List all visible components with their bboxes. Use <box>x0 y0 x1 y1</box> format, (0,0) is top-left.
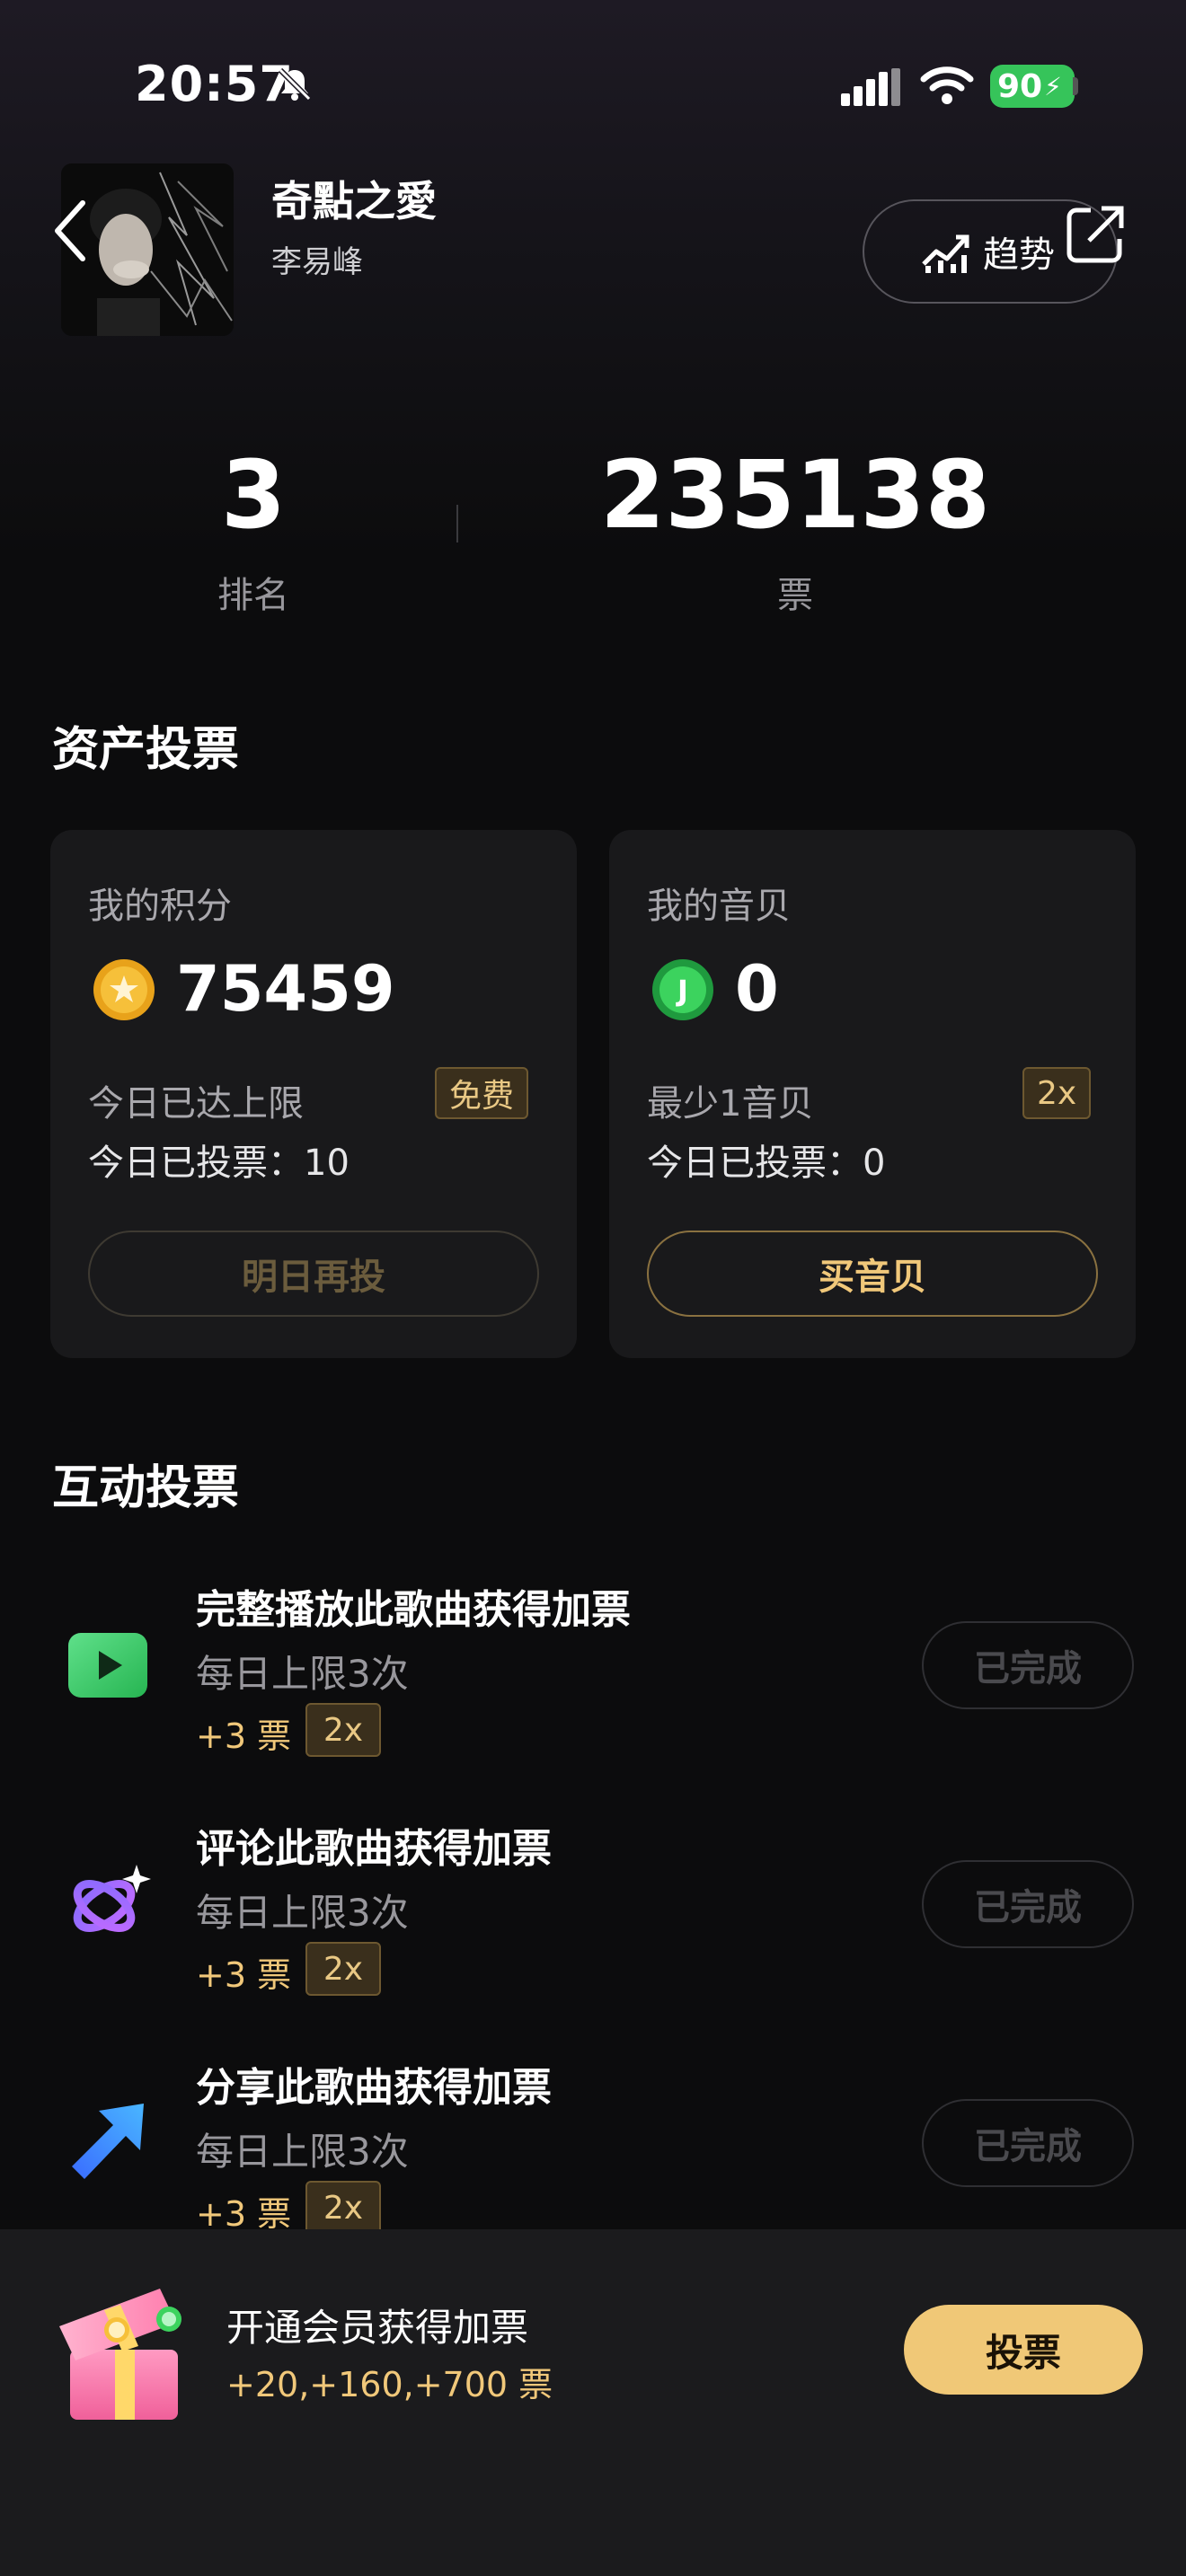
promo-bonus: +20,+160,+700 票 <box>226 2365 553 2404</box>
trend-chart-icon <box>922 234 969 273</box>
task-share-multiplier: 2x <box>305 2181 381 2235</box>
vote-tomorrow-button[interactable]: 明日再投 <box>88 1231 539 1317</box>
share-arrow-icon <box>72 2104 144 2179</box>
asset-vote-title: 资产投票 <box>52 723 240 777</box>
song-title: 奇點之愛 <box>271 177 437 225</box>
rank-label: 排名 <box>217 575 289 616</box>
artist-name[interactable]: 李易峰 <box>271 237 363 281</box>
points-card: 我的积分 75459 今日已达上限 免费 今日已投票：10 明日再投 <box>50 830 577 1358</box>
share-external-icon[interactable] <box>1064 201 1128 266</box>
free-tag: 免费 <box>435 1067 529 1119</box>
vote-page: 20:57 90 ⚡ 奇點之愛 李易峰 趋势 3 排名 235138 票 资产投… <box>0 0 1186 2576</box>
rank-value: 3 <box>220 440 287 550</box>
play-icon <box>68 1633 147 1698</box>
shells-value: 0 <box>735 952 779 1026</box>
svg-text:J: J <box>676 974 688 1008</box>
task-play-limit: 每日上限3次 <box>196 1652 409 1696</box>
green-shell-coin-icon: J <box>652 959 713 1020</box>
shells-label: 我的音贝 <box>647 886 791 927</box>
gold-coin-icon <box>93 959 155 1020</box>
task-comment-done-button[interactable]: 已完成 <box>922 1860 1134 1948</box>
back-chevron-icon[interactable] <box>52 199 88 262</box>
interactive-vote-title: 互动投票 <box>52 1461 240 1515</box>
stats-divider <box>456 505 458 543</box>
task-comment-multiplier: 2x <box>305 1942 381 1996</box>
points-limit-text: 今日已达上限 <box>88 1083 304 1125</box>
gift-box-icon <box>59 2289 181 2420</box>
points-label: 我的积分 <box>88 886 232 927</box>
task-play-done-button[interactable]: 已完成 <box>922 1621 1134 1709</box>
shells-multiplier-tag: 2x <box>1022 1067 1092 1119</box>
task-comment-title: 评论此歌曲获得加票 <box>196 1826 552 1872</box>
battery-indicator: 90 ⚡ <box>990 65 1075 108</box>
wifi-icon <box>920 66 974 104</box>
task-comment-reward: +3 票 <box>196 1955 292 1995</box>
bell-muted-icon <box>278 67 312 101</box>
task-share-limit: 每日上限3次 <box>196 2130 409 2174</box>
task-play-reward: +3 票 <box>196 1716 292 1756</box>
battery-tip <box>1073 77 1078 95</box>
task-share-title: 分享此歌曲获得加票 <box>196 2065 552 2111</box>
shells-card: 我的音贝 J 0 最少1音贝 2x 今日已投票：0 买音贝 <box>609 830 1136 1358</box>
shells-min-text: 最少1音贝 <box>647 1083 814 1125</box>
task-comment-limit: 每日上限3次 <box>196 1891 409 1935</box>
task-share-done-button[interactable]: 已完成 <box>922 2099 1134 2187</box>
task-play-title: 完整播放此歌曲获得加票 <box>196 1587 631 1633</box>
buy-shells-button[interactable]: 买音贝 <box>647 1231 1098 1317</box>
battery-level: 90 <box>997 67 1043 105</box>
shells-voted-today: 今日已投票：0 <box>647 1142 886 1184</box>
status-time: 20:57 <box>135 56 294 112</box>
vote-button[interactable]: 投票 <box>904 2305 1143 2395</box>
task-share-reward: +3 票 <box>196 2194 292 2234</box>
cellular-signal-icon <box>841 68 900 106</box>
points-voted-today: 今日已投票：10 <box>88 1142 350 1184</box>
charging-bolt-icon: ⚡ <box>1044 71 1062 101</box>
task-play-multiplier: 2x <box>305 1703 381 1757</box>
promo-title: 开通会员获得加票 <box>226 2306 529 2350</box>
comment-orbit-icon <box>73 1865 151 1932</box>
votes-label: 票 <box>777 575 813 616</box>
points-value: 75459 <box>176 952 395 1026</box>
votes-value: 235138 <box>599 440 991 550</box>
trend-label: 趋势 <box>983 234 1055 276</box>
